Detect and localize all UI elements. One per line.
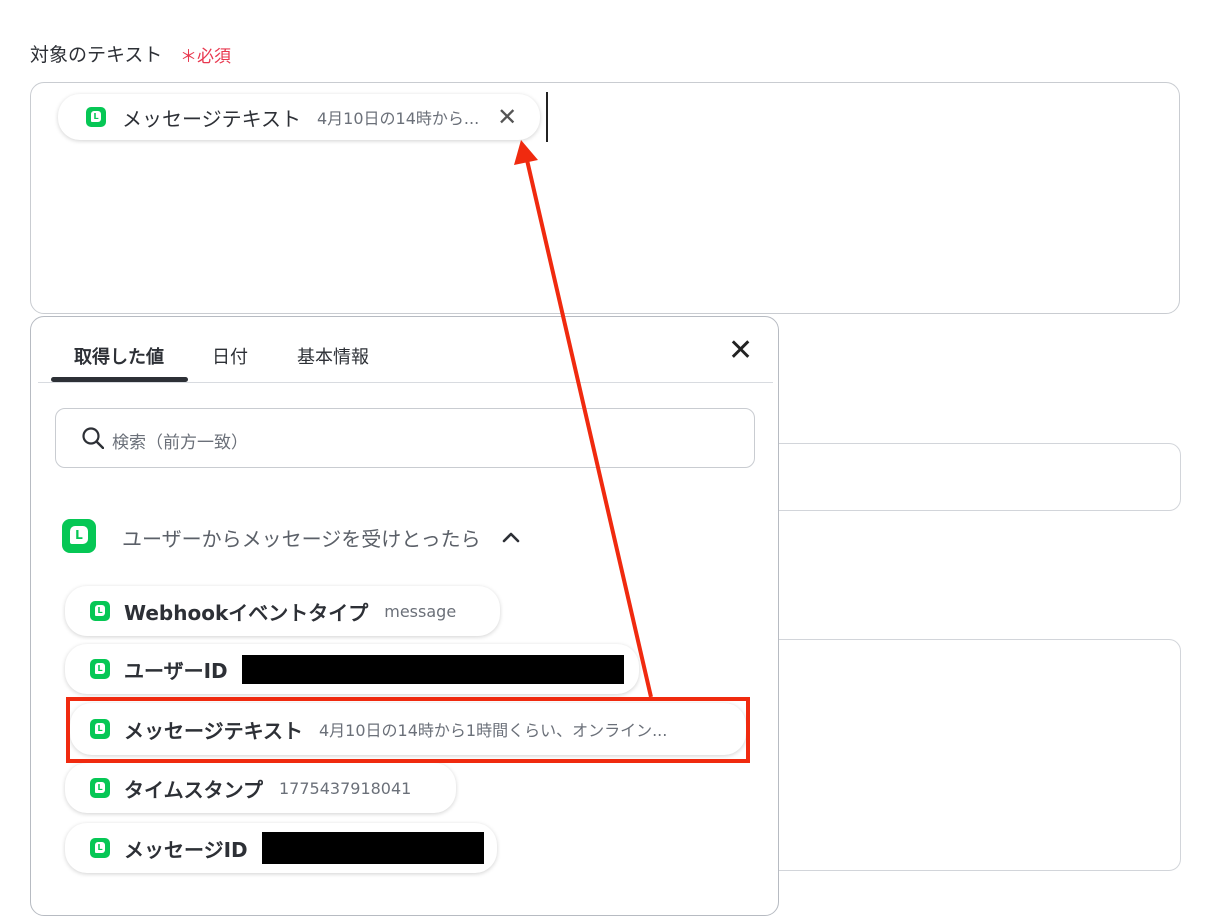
search-icon bbox=[82, 427, 104, 449]
trigger-group-title[interactable]: ユーザーからメッセージを受けとったら bbox=[122, 523, 481, 552]
list-item-message-id[interactable]: メッセージID bbox=[65, 823, 497, 873]
close-icon[interactable]: ✕ bbox=[497, 105, 517, 129]
tab-divider bbox=[38, 382, 773, 383]
list-item-webhook-event-type[interactable]: Webhookイベントタイプ message bbox=[65, 586, 500, 636]
required-badge: ＊必須 bbox=[180, 47, 231, 67]
close-icon[interactable]: ✕ bbox=[728, 336, 753, 366]
line-app-icon bbox=[90, 838, 110, 858]
line-app-icon bbox=[90, 601, 110, 621]
list-item-user-id[interactable]: ユーザーID bbox=[65, 644, 639, 694]
line-app-icon bbox=[90, 778, 110, 798]
line-app-icon bbox=[62, 519, 96, 553]
item-name: Webhookイベントタイプ bbox=[124, 600, 369, 625]
chip-value: 4月10日の14時から... bbox=[317, 109, 480, 128]
annotation-highlight-box bbox=[66, 697, 750, 763]
tab-acquired-values[interactable]: 取得した値 bbox=[74, 343, 164, 369]
list-item-timestamp[interactable]: タイムスタンプ 1775437918041 bbox=[65, 763, 456, 813]
background-field-3[interactable] bbox=[740, 639, 1181, 871]
chevron-up-icon[interactable] bbox=[500, 526, 522, 548]
redacted-value bbox=[241, 654, 624, 684]
field-label: 対象のテキスト bbox=[30, 44, 163, 66]
item-name: メッセージID bbox=[124, 837, 248, 862]
background-field-2[interactable] bbox=[740, 443, 1181, 511]
tab-basic-info[interactable]: 基本情報 bbox=[297, 343, 369, 369]
chip-name: メッセージテキスト bbox=[122, 106, 301, 131]
search-placeholder: 検索（前方一致） bbox=[112, 433, 248, 453]
text-cursor bbox=[546, 92, 548, 142]
line-app-icon bbox=[90, 659, 110, 679]
item-name: ユーザーID bbox=[124, 658, 228, 683]
selected-variable-chip[interactable]: メッセージテキスト 4月10日の14時から... ✕ bbox=[58, 94, 540, 140]
redacted-value bbox=[261, 832, 484, 864]
item-value: 1775437918041 bbox=[279, 778, 412, 798]
tab-date[interactable]: 日付 bbox=[212, 343, 248, 369]
line-app-icon bbox=[86, 107, 106, 127]
item-value: message bbox=[384, 601, 457, 621]
item-name: タイムスタンプ bbox=[124, 777, 263, 802]
